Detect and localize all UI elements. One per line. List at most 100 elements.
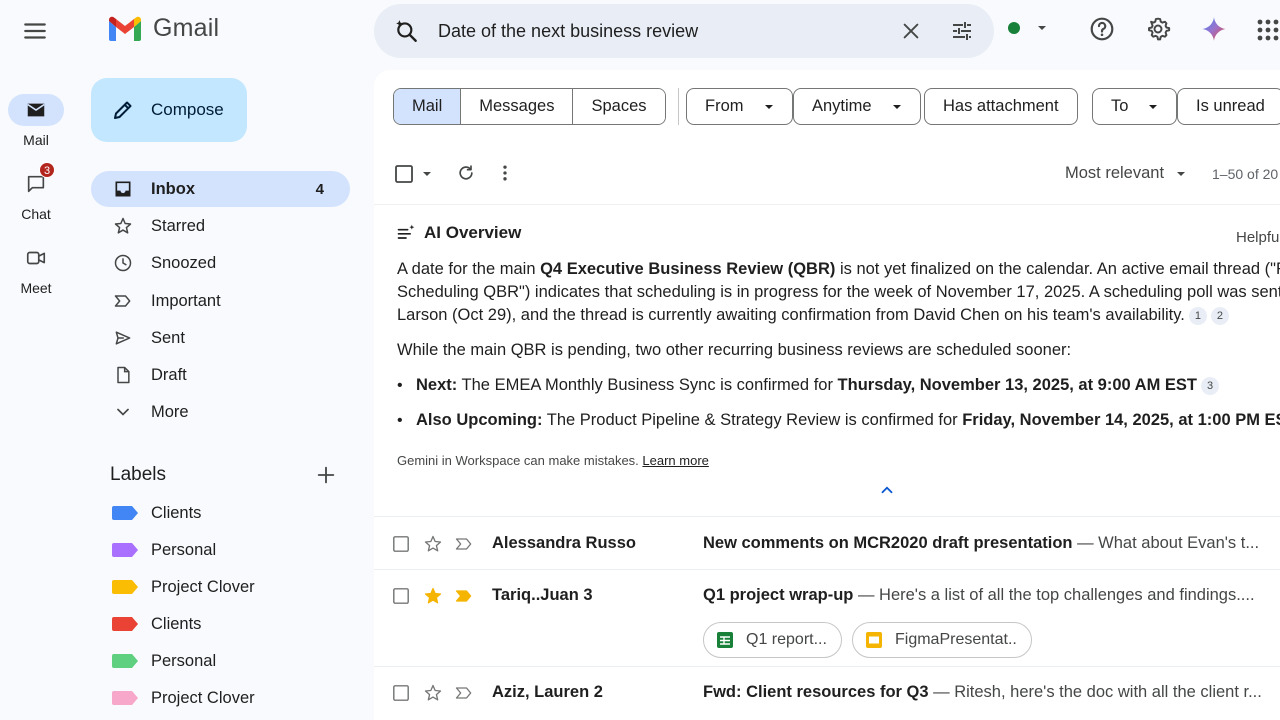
more-vert-icon[interactable]: [495, 163, 515, 183]
nav-starred[interactable]: Starred: [91, 208, 350, 244]
mail-icon: [25, 99, 47, 121]
rail-chat[interactable]: 3 Chat: [0, 162, 72, 222]
result-range: 1–50 of 20: [1212, 166, 1279, 182]
settings-gear-icon[interactable]: [1145, 16, 1171, 42]
search-options-icon[interactable]: [950, 19, 974, 43]
refresh-icon[interactable]: [456, 163, 476, 183]
email-row[interactable]: Aziz, Lauren 2 Fwd: Client resources for…: [374, 666, 1280, 720]
rail-mail-label: Mail: [23, 132, 49, 148]
gmail-logo[interactable]: Gmail: [107, 14, 219, 43]
email-subject-line: New comments on MCR2020 draft presentati…: [703, 534, 1263, 553]
segment-messages[interactable]: Messages: [461, 89, 574, 124]
clear-search-icon[interactable]: [900, 20, 922, 42]
add-label-icon[interactable]: [315, 464, 337, 486]
email-subject: Q1 project wrap-up: [703, 586, 854, 604]
label-personal[interactable]: Personal: [112, 535, 216, 565]
nav-more[interactable]: More: [91, 394, 350, 430]
helpful-button[interactable]: Helpfu: [1236, 229, 1279, 246]
email-subject: New comments on MCR2020 draft presentati…: [703, 534, 1073, 552]
filter-has-attachment[interactable]: Has attachment: [924, 88, 1078, 125]
label-clients-2[interactable]: Clients: [112, 609, 201, 639]
filter-to[interactable]: To: [1092, 88, 1178, 125]
label-tag-icon: [112, 654, 138, 668]
filter-has-attachment-label: Has attachment: [943, 97, 1059, 115]
label-project-clover[interactable]: Project Clover: [112, 572, 255, 602]
email-row[interactable]: Alessandra Russo New comments on MCR2020…: [374, 516, 1280, 569]
filter-anytime[interactable]: Anytime: [793, 88, 921, 125]
compose-button[interactable]: Compose: [91, 78, 247, 142]
nav-sent[interactable]: Sent: [91, 320, 350, 356]
caret-down-icon: [1148, 102, 1158, 112]
caret-down-icon: [1176, 169, 1186, 179]
gmail-m-icon: [107, 15, 143, 43]
main-menu-icon[interactable]: [22, 18, 48, 44]
star-outline-icon[interactable]: [423, 534, 443, 554]
label-clients[interactable]: Clients: [112, 498, 201, 528]
row-checkbox-icon[interactable]: [392, 684, 410, 702]
ai-bullet: • Next: The EMEA Monthly Business Sync i…: [397, 374, 1280, 397]
attachment-name: Q1 report...: [746, 631, 827, 648]
learn-more-link[interactable]: Learn more: [642, 453, 708, 468]
star-outline-icon[interactable]: [423, 683, 443, 703]
row-checkbox-icon[interactable]: [392, 587, 410, 605]
apps-grid-icon[interactable]: [1257, 19, 1280, 42]
pencil-icon: [111, 98, 135, 122]
status-selector[interactable]: [1008, 22, 1048, 34]
chevron-down-icon: [1036, 22, 1048, 34]
label-name: Personal: [151, 540, 217, 559]
draft-file-icon: [113, 365, 133, 385]
collapse-chevron-up-icon[interactable]: [878, 481, 896, 499]
compose-label: Compose: [151, 100, 224, 119]
important-outline-icon[interactable]: [454, 534, 474, 554]
result-type-toggle: Mail Messages Spaces: [393, 88, 666, 125]
nav-important[interactable]: Important: [91, 283, 350, 319]
ai-summary-icon: [396, 223, 416, 243]
filter-is-unread-label: Is unread: [1196, 97, 1265, 115]
nav-draft-label: Draft: [151, 365, 187, 384]
row-checkbox-icon[interactable]: [392, 535, 410, 553]
nav-inbox[interactable]: Inbox 4: [91, 171, 350, 207]
nav-draft[interactable]: Draft: [91, 357, 350, 393]
segment-mail[interactable]: Mail: [394, 89, 462, 124]
star-filled-icon[interactable]: [423, 586, 443, 606]
attachment-chip[interactable]: Q1 report...: [703, 622, 842, 658]
rail-mail[interactable]: Mail: [0, 94, 72, 148]
nav-snoozed[interactable]: Snoozed: [91, 245, 350, 281]
email-subject-line: Q1 project wrap-up — Here's a list of al…: [703, 586, 1263, 605]
ai-text-bold: Q4 Executive Business Review (QBR): [540, 260, 836, 278]
filter-from[interactable]: From: [686, 88, 793, 125]
send-icon: [113, 328, 133, 348]
important-outline-icon[interactable]: [454, 683, 474, 703]
email-sender: Tariq..Juan 3: [492, 586, 593, 604]
app-name: Gmail: [153, 14, 220, 42]
search-bar[interactable]: Date of the next business review: [374, 4, 994, 58]
inbox-icon: [113, 179, 133, 199]
segment-spaces[interactable]: Spaces: [573, 89, 665, 124]
citation-chip[interactable]: 3: [1201, 376, 1220, 395]
ai-text: Scheduling QBR") indicates that scheduli…: [397, 283, 1280, 301]
label-tag-icon: [112, 617, 138, 631]
label-project-clover-2[interactable]: Project Clover: [112, 683, 255, 713]
gemini-sparkle-icon[interactable]: [1201, 16, 1227, 42]
nav-snoozed-label: Snoozed: [151, 253, 217, 272]
important-filled-icon[interactable]: [454, 586, 474, 606]
filter-is-unread[interactable]: Is unread: [1177, 88, 1280, 125]
search-input[interactable]: Date of the next business review: [438, 21, 900, 42]
citation-chip[interactable]: 2: [1210, 306, 1229, 325]
label-personal-2[interactable]: Personal: [112, 646, 216, 676]
attachment-chip[interactable]: FigmaPresentat..: [852, 622, 1032, 658]
select-all-checkbox[interactable]: [394, 164, 432, 184]
important-icon: [113, 291, 133, 311]
email-row[interactable]: Tariq..Juan 3 Q1 project wrap-up — Here'…: [374, 569, 1280, 666]
sort-dropdown[interactable]: Most relevant: [1065, 164, 1186, 183]
ai-disclaimer: Gemini in Workspace can make mistakes. L…: [397, 453, 709, 468]
rail-meet[interactable]: Meet: [0, 242, 72, 296]
help-icon[interactable]: [1089, 16, 1115, 42]
label-name: Clients: [151, 503, 202, 522]
citation-chip[interactable]: 1: [1188, 306, 1207, 325]
sparkle-search-icon[interactable]: [394, 18, 420, 44]
checkbox-icon: [394, 164, 414, 184]
label-name: Clients: [151, 614, 202, 633]
email-snippet: — Here's a list of all the top challenge…: [853, 586, 1255, 604]
main-panel: Mail Messages Spaces From Anytime Has at…: [374, 70, 1280, 720]
